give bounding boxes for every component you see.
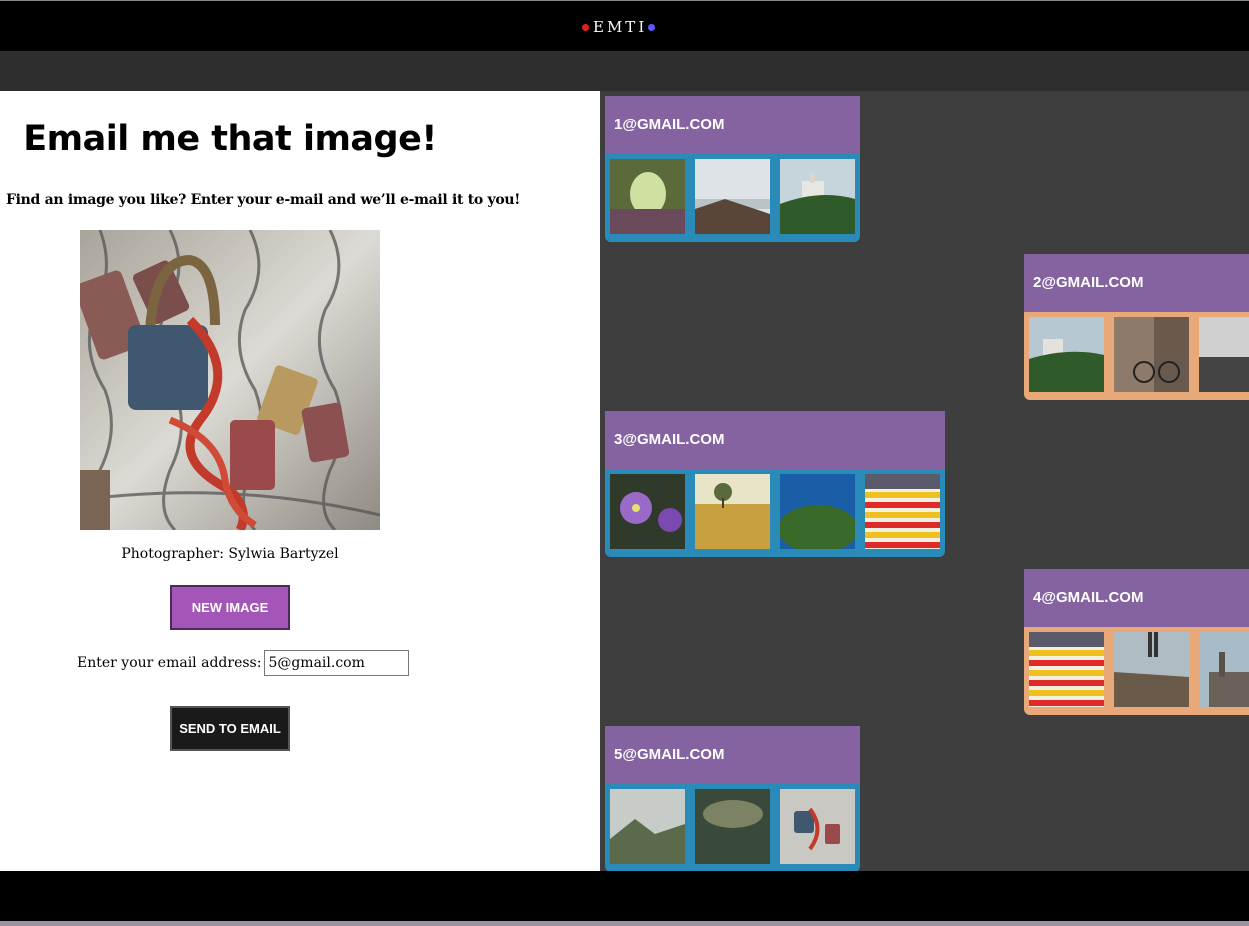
- lone-tree-field-thumbnail-icon[interactable]: [695, 474, 770, 549]
- industrial-plant-thumbnail-icon[interactable]: [1199, 632, 1249, 707]
- card-thumbnails: [605, 469, 945, 557]
- email-card: 1@GMAIL.COM: [605, 96, 860, 242]
- red-dot-icon: [582, 23, 589, 31]
- card-thumbnails: [605, 154, 860, 242]
- page-title: Email me that image!: [23, 119, 437, 159]
- card-thumbnails: [1024, 312, 1249, 400]
- featured-image: [80, 230, 380, 530]
- email-input[interactable]: [264, 650, 410, 676]
- logo-text: EMTI: [593, 18, 648, 36]
- photographer-credit: Photographer: Sylwia Bartyzel: [121, 546, 339, 562]
- send-to-email-button[interactable]: SEND TO EMAIL: [170, 706, 290, 751]
- email-history-panel: 1@GMAIL.COM 2@GMAIL.COM 3@GMAIL.COM 4@GM…: [600, 91, 1249, 871]
- email-card: 5@GMAIL.COM: [605, 726, 860, 871]
- blue-dot-icon: [648, 23, 656, 31]
- top-bar: EMTI: [0, 0, 1249, 51]
- card-email: 3@GMAIL.COM: [605, 411, 945, 469]
- person-on-rocks-thumbnail-icon[interactable]: [1114, 632, 1189, 707]
- email-form-row: Enter your email address:: [77, 650, 410, 676]
- page-subtitle: Find an image you like? Enter your e-mai…: [6, 192, 521, 208]
- email-card: 2@GMAIL.COM: [1024, 254, 1249, 400]
- castle-hill-thumbnail-icon[interactable]: [780, 159, 855, 234]
- email-card: 3@GMAIL.COM: [605, 411, 945, 557]
- purple-flowers-thumbnail-icon[interactable]: [610, 474, 685, 549]
- padlocks-photo-icon: [80, 230, 380, 530]
- card-email: 4@GMAIL.COM: [1024, 569, 1249, 627]
- email-card: 4@GMAIL.COM: [1024, 569, 1249, 715]
- card-email: 1@GMAIL.COM: [605, 96, 860, 154]
- card-email: 2@GMAIL.COM: [1024, 254, 1249, 312]
- street-bicycle-thumbnail-icon[interactable]: [1114, 317, 1189, 392]
- striped-building-thumbnail-icon[interactable]: [865, 474, 940, 549]
- email-label: Enter your email address:: [77, 655, 262, 671]
- logo[interactable]: EMTI: [582, 18, 656, 36]
- card-thumbnails: [1024, 627, 1249, 715]
- card-email: 5@GMAIL.COM: [605, 726, 860, 784]
- castle-hill-thumbnail-icon[interactable]: [1029, 317, 1104, 392]
- padlocks-thumbnail-icon[interactable]: [780, 789, 855, 864]
- footer-line: [0, 921, 1249, 926]
- foggy-forest-thumbnail-icon[interactable]: [695, 789, 770, 864]
- email-panel: Email me that image! Find an image you l…: [0, 91, 600, 871]
- green-island-thumbnail-icon[interactable]: [780, 474, 855, 549]
- new-image-button[interactable]: NEW IMAGE: [170, 585, 290, 630]
- footer: [0, 871, 1249, 921]
- rocky-coast-thumbnail-icon[interactable]: [695, 159, 770, 234]
- striped-building-thumbnail-icon[interactable]: [1029, 632, 1104, 707]
- sub-bar: [0, 51, 1249, 91]
- forest-tunnel-thumbnail-icon[interactable]: [610, 159, 685, 234]
- card-thumbnails: [605, 784, 860, 871]
- misty-mountain-thumbnail-icon[interactable]: [610, 789, 685, 864]
- misty-sea-thumbnail-icon[interactable]: [1199, 317, 1249, 392]
